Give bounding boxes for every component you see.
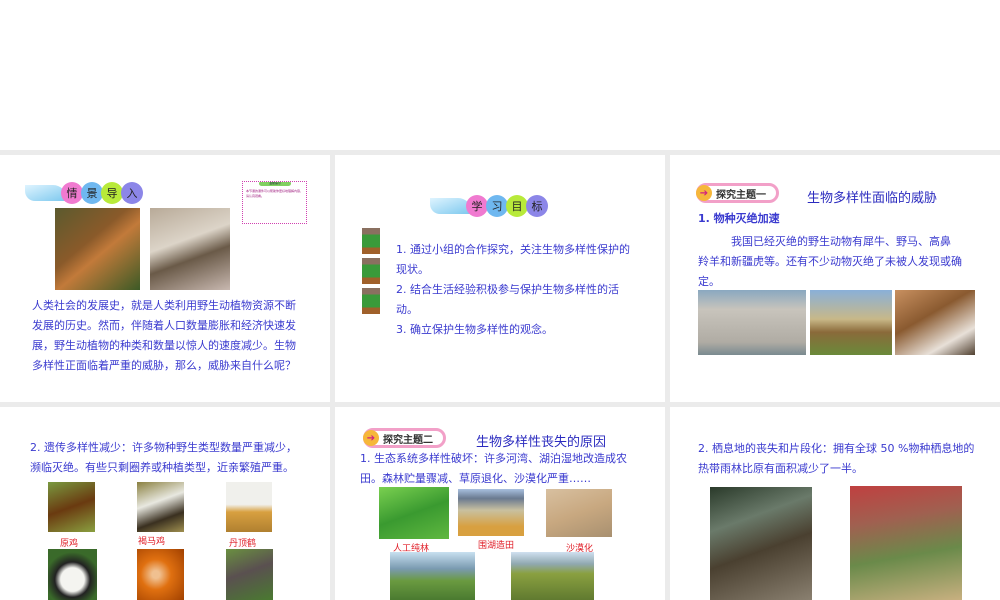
- section-banner: 学 习 目 标: [430, 194, 548, 218]
- objectives-list: 1. 通过小组的合作探究，关注生物多样性保护的 现状。 2. 结合生活经验积极参与保…: [396, 243, 630, 336]
- rhino-photo: [698, 290, 806, 355]
- grassland-photo: [390, 552, 475, 600]
- plantation-forest-photo: [379, 487, 449, 539]
- banner-char: 情: [61, 182, 83, 204]
- genetic-paragraph: 2. 遗传多样性减少：许多物种野生类型数量严重减少， 濒临灭绝。有些只剩圈养或种植…: [30, 441, 297, 474]
- banner-char: 学: [466, 195, 488, 217]
- plant-icon: [362, 228, 380, 254]
- red-crowned-crane-photo: [226, 482, 272, 532]
- arrow-icon: ➔: [363, 430, 379, 446]
- plant-icon: [362, 258, 380, 284]
- tip-title: 温馨提示: [259, 182, 291, 186]
- photo-label: 褐马鸡: [138, 537, 166, 547]
- banner-char: 景: [81, 182, 103, 204]
- logging-photo: [710, 487, 812, 600]
- wild-horse-photo: [810, 290, 892, 355]
- lake-reclamation-photo: [458, 489, 524, 536]
- plant-icon: [362, 288, 380, 314]
- photo-label: 原鸡: [60, 539, 79, 549]
- slide-thumbnail-2[interactable]: 学 习 目 标 1. 通过小组的合作探究，关注生物多样性保护的 现状。 2. 结合生…: [335, 155, 665, 402]
- slide-thumbnail-3[interactable]: ➔ 探究主题一 生物多样性面临的威胁 1. 物种灭绝加速 我国已经灭绝的野生动物有…: [670, 155, 1000, 402]
- banner-char: 目: [506, 195, 528, 217]
- topic-tag: ➔ 探究主题一: [696, 183, 779, 203]
- slide-title: 生物多样性面临的威胁: [807, 191, 938, 206]
- tip-text: 本节课的课件可以帮助你更好地理解内容，请认真观看。: [246, 189, 304, 198]
- banner-char: 导: [101, 182, 123, 204]
- degraded-grassland-photo: [511, 552, 594, 600]
- slide-thumbnail-4[interactable]: 2. 遗传多样性减少：许多物种野生类型数量严重减少， 濒临灭绝。有些只剩圈养或种植…: [0, 407, 330, 600]
- ecosystem-paragraph: 1. 生态系统多样性破坏：许多河湾、湖泊湿地改造成农 田。森林贮量骤减、草原退化、…: [360, 452, 627, 485]
- slide-thumbnail-6[interactable]: 2. 栖息地的丧失和片段化：拥有全球 50 %物种栖息地的 热带雨林比原有面积减少…: [670, 407, 1000, 600]
- pere-david-deer-photo: [226, 549, 273, 600]
- brown-eared-pheasant-photo: [137, 482, 184, 532]
- section-banner: 情 景 导 入: [25, 181, 143, 205]
- junglefowl-photo: [48, 482, 95, 532]
- banner-char: 习: [486, 195, 508, 217]
- deforestation-photo: [850, 486, 962, 600]
- photo-label: 围湖造田: [478, 541, 515, 551]
- photo-label: 丹顶鹤: [229, 539, 257, 549]
- slide-sorter[interactable]: 情 景 导 入 温馨提示 本节课的课件可以帮助你更好地理解内容，请认真观看。 人…: [0, 150, 1000, 600]
- tree-felling-photo: [55, 208, 140, 290]
- extinction-paragraph: 我国已经灭绝的野生动物有犀牛、野马、高鼻 羚羊和新疆虎等。还有不少动物灭绝了未被人…: [698, 235, 962, 288]
- antelope-photo: [895, 290, 975, 355]
- arrow-icon: ➔: [696, 185, 712, 201]
- intro-paragraph: 人类社会的发展史，就是人类利用野生动植物资源不断 发展的历史。然而，伴随着人口数量…: [32, 299, 296, 372]
- editor-blank-area: [0, 0, 1000, 150]
- panda-photo: [48, 549, 97, 600]
- slide-thumbnail-5[interactable]: ➔ 探究主题二 生物多样性丧失的原因 1. 生态系统多样性破坏：许多河湾、湖泊湿地…: [335, 407, 665, 600]
- tip-box: 温馨提示 本节课的课件可以帮助你更好地理解内容，请认真观看。: [242, 181, 307, 224]
- banner-char: 标: [526, 195, 548, 217]
- antlers-photo: [150, 208, 230, 290]
- topic-tag: ➔ 探究主题二: [363, 428, 446, 448]
- desertification-photo: [546, 489, 612, 537]
- slide-thumbnail-1[interactable]: 情 景 导 入 温馨提示 本节课的课件可以帮助你更好地理解内容，请认真观看。 人…: [0, 155, 330, 402]
- subtitle: 1. 物种灭绝加速: [698, 212, 780, 225]
- golden-monkey-photo: [137, 549, 184, 600]
- banner-char: 入: [121, 182, 143, 204]
- habitat-paragraph: 2. 栖息地的丧失和片段化：拥有全球 50 %物种栖息地的 热带雨林比原有面积减少…: [698, 442, 975, 475]
- slide-title: 生物多样性丧失的原因: [476, 435, 607, 450]
